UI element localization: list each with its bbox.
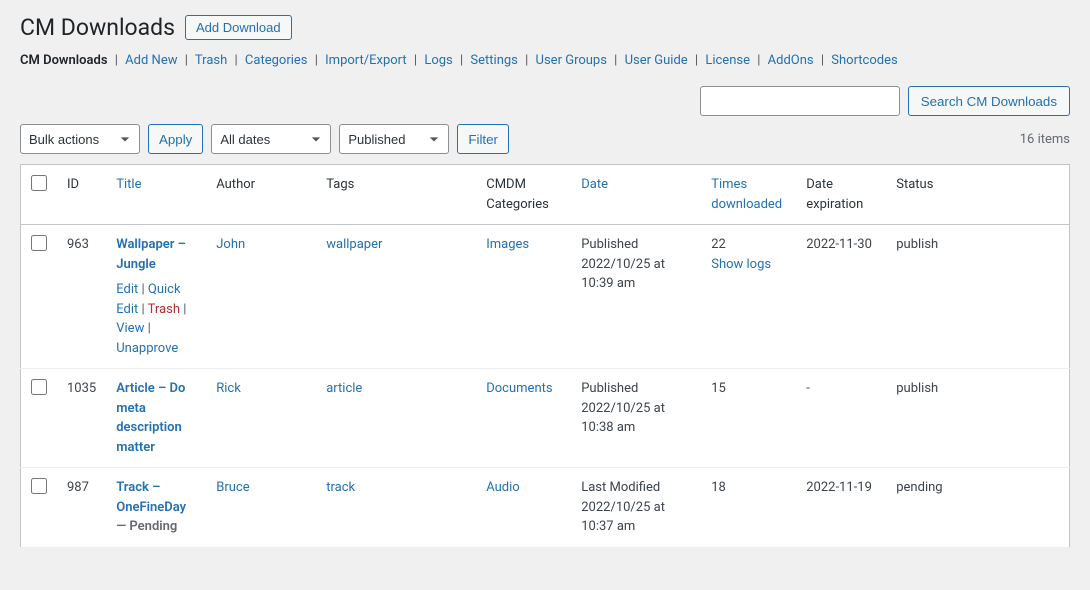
author-link[interactable]: Rick: [216, 381, 241, 396]
page-title: CM Downloads: [20, 14, 175, 41]
col-date[interactable]: Date: [581, 177, 608, 192]
trash-link[interactable]: Trash: [148, 302, 180, 317]
status-cell: pending: [886, 468, 1069, 548]
table-row: 1035Article – Do meta description matter…: [21, 369, 1070, 468]
subnav-link[interactable]: Trash: [195, 53, 227, 68]
subnav-link[interactable]: License: [705, 53, 750, 68]
row-title-cell: Article – Do meta description matter: [106, 369, 206, 468]
edit-link[interactable]: Edit: [116, 282, 138, 297]
subnav-link[interactable]: Import/Export: [325, 53, 407, 68]
status-filter-select[interactable]: Published: [339, 124, 449, 154]
times-cell: 15: [701, 369, 796, 468]
filter-button[interactable]: Filter: [457, 124, 509, 154]
subnav-link[interactable]: AddOns: [768, 53, 814, 68]
row-title-cell: Wallpaper – Jungle Edit | Quick Edit | Tr…: [106, 225, 206, 369]
col-expiration: Date expiration: [796, 165, 886, 225]
expiration-cell: 2022-11-19: [796, 468, 886, 548]
row-checkbox[interactable]: [31, 379, 47, 395]
subnav-link[interactable]: User Guide: [625, 53, 688, 68]
times-cell: 18: [701, 468, 796, 548]
apply-button[interactable]: Apply: [148, 124, 203, 154]
subnav-current: CM Downloads: [20, 53, 108, 68]
row-title-link[interactable]: Track – OneFineDay: [116, 480, 186, 515]
bulk-actions-select[interactable]: Bulk actions: [20, 124, 140, 154]
add-download-button[interactable]: Add Download: [185, 15, 292, 40]
subnav-link[interactable]: Categories: [245, 53, 308, 68]
row-title-cell: Track – OneFineDay — Pending: [106, 468, 206, 548]
col-tags: Tags: [316, 165, 476, 225]
subnav-link[interactable]: Add New: [125, 53, 177, 68]
unapprove-link[interactable]: Unapprove: [116, 341, 178, 356]
col-id: ID: [57, 165, 106, 225]
expiration-cell: 2022-11-30: [796, 225, 886, 369]
tag-link[interactable]: article: [326, 381, 362, 396]
date-cell: Published2022/10/25 at 10:38 am: [571, 369, 701, 468]
subnav-link[interactable]: Shortcodes: [831, 53, 897, 68]
status-cell: publish: [886, 369, 1069, 468]
col-author: Author: [206, 165, 316, 225]
row-id: 963: [57, 225, 106, 369]
search-input[interactable]: [700, 86, 900, 116]
select-all-checkbox[interactable]: [31, 175, 47, 191]
table-row: 963 Wallpaper – Jungle Edit | Quick Edit |…: [21, 225, 1070, 369]
category-link[interactable]: Audio: [486, 480, 519, 495]
tag-link[interactable]: track: [326, 480, 355, 495]
date-filter-select[interactable]: All dates: [211, 124, 331, 154]
row-id: 1035: [57, 369, 106, 468]
col-status: Status: [886, 165, 1069, 225]
subnav-link[interactable]: Logs: [424, 53, 452, 68]
date-cell: Last Modified2022/10/25 at 10:37 am: [571, 468, 701, 548]
subnav: CM Downloads | Add New | Trash | Categor…: [20, 53, 1070, 68]
row-title-link[interactable]: Article – Do meta description matter: [116, 381, 185, 455]
subnav-link[interactable]: Settings: [470, 53, 517, 68]
author-link[interactable]: John: [216, 237, 245, 252]
col-times[interactable]: Times downloaded: [711, 177, 782, 212]
view-link[interactable]: View: [116, 321, 144, 336]
row-id: 987: [57, 468, 106, 548]
date-cell: Published2022/10/25 at 10:39 am: [571, 225, 701, 369]
row-checkbox[interactable]: [31, 235, 47, 251]
row-title-link[interactable]: Wallpaper – Jungle: [116, 237, 186, 272]
row-status-append: — Pending: [116, 519, 177, 534]
author-link[interactable]: Bruce: [216, 480, 249, 495]
category-link[interactable]: Images: [486, 237, 529, 252]
col-title[interactable]: Title: [116, 177, 141, 192]
table-row: 987Track – OneFineDay — PendingBrucetrac…: [21, 468, 1070, 548]
times-cell: 22Show logs: [701, 225, 796, 369]
category-link[interactable]: Documents: [486, 381, 552, 396]
tag-link[interactable]: wallpaper: [326, 237, 382, 252]
col-categories: CMDM Categories: [476, 165, 571, 225]
subnav-link[interactable]: User Groups: [536, 53, 607, 68]
status-cell: publish: [886, 225, 1069, 369]
row-checkbox[interactable]: [31, 478, 47, 494]
show-logs-link[interactable]: Show logs: [711, 257, 771, 272]
search-button[interactable]: Search CM Downloads: [908, 86, 1070, 116]
expiration-cell: -: [796, 369, 886, 468]
item-count: 16 items: [1020, 132, 1070, 147]
row-actions: Edit | Quick Edit | Trash | View | Unapp…: [116, 280, 196, 358]
